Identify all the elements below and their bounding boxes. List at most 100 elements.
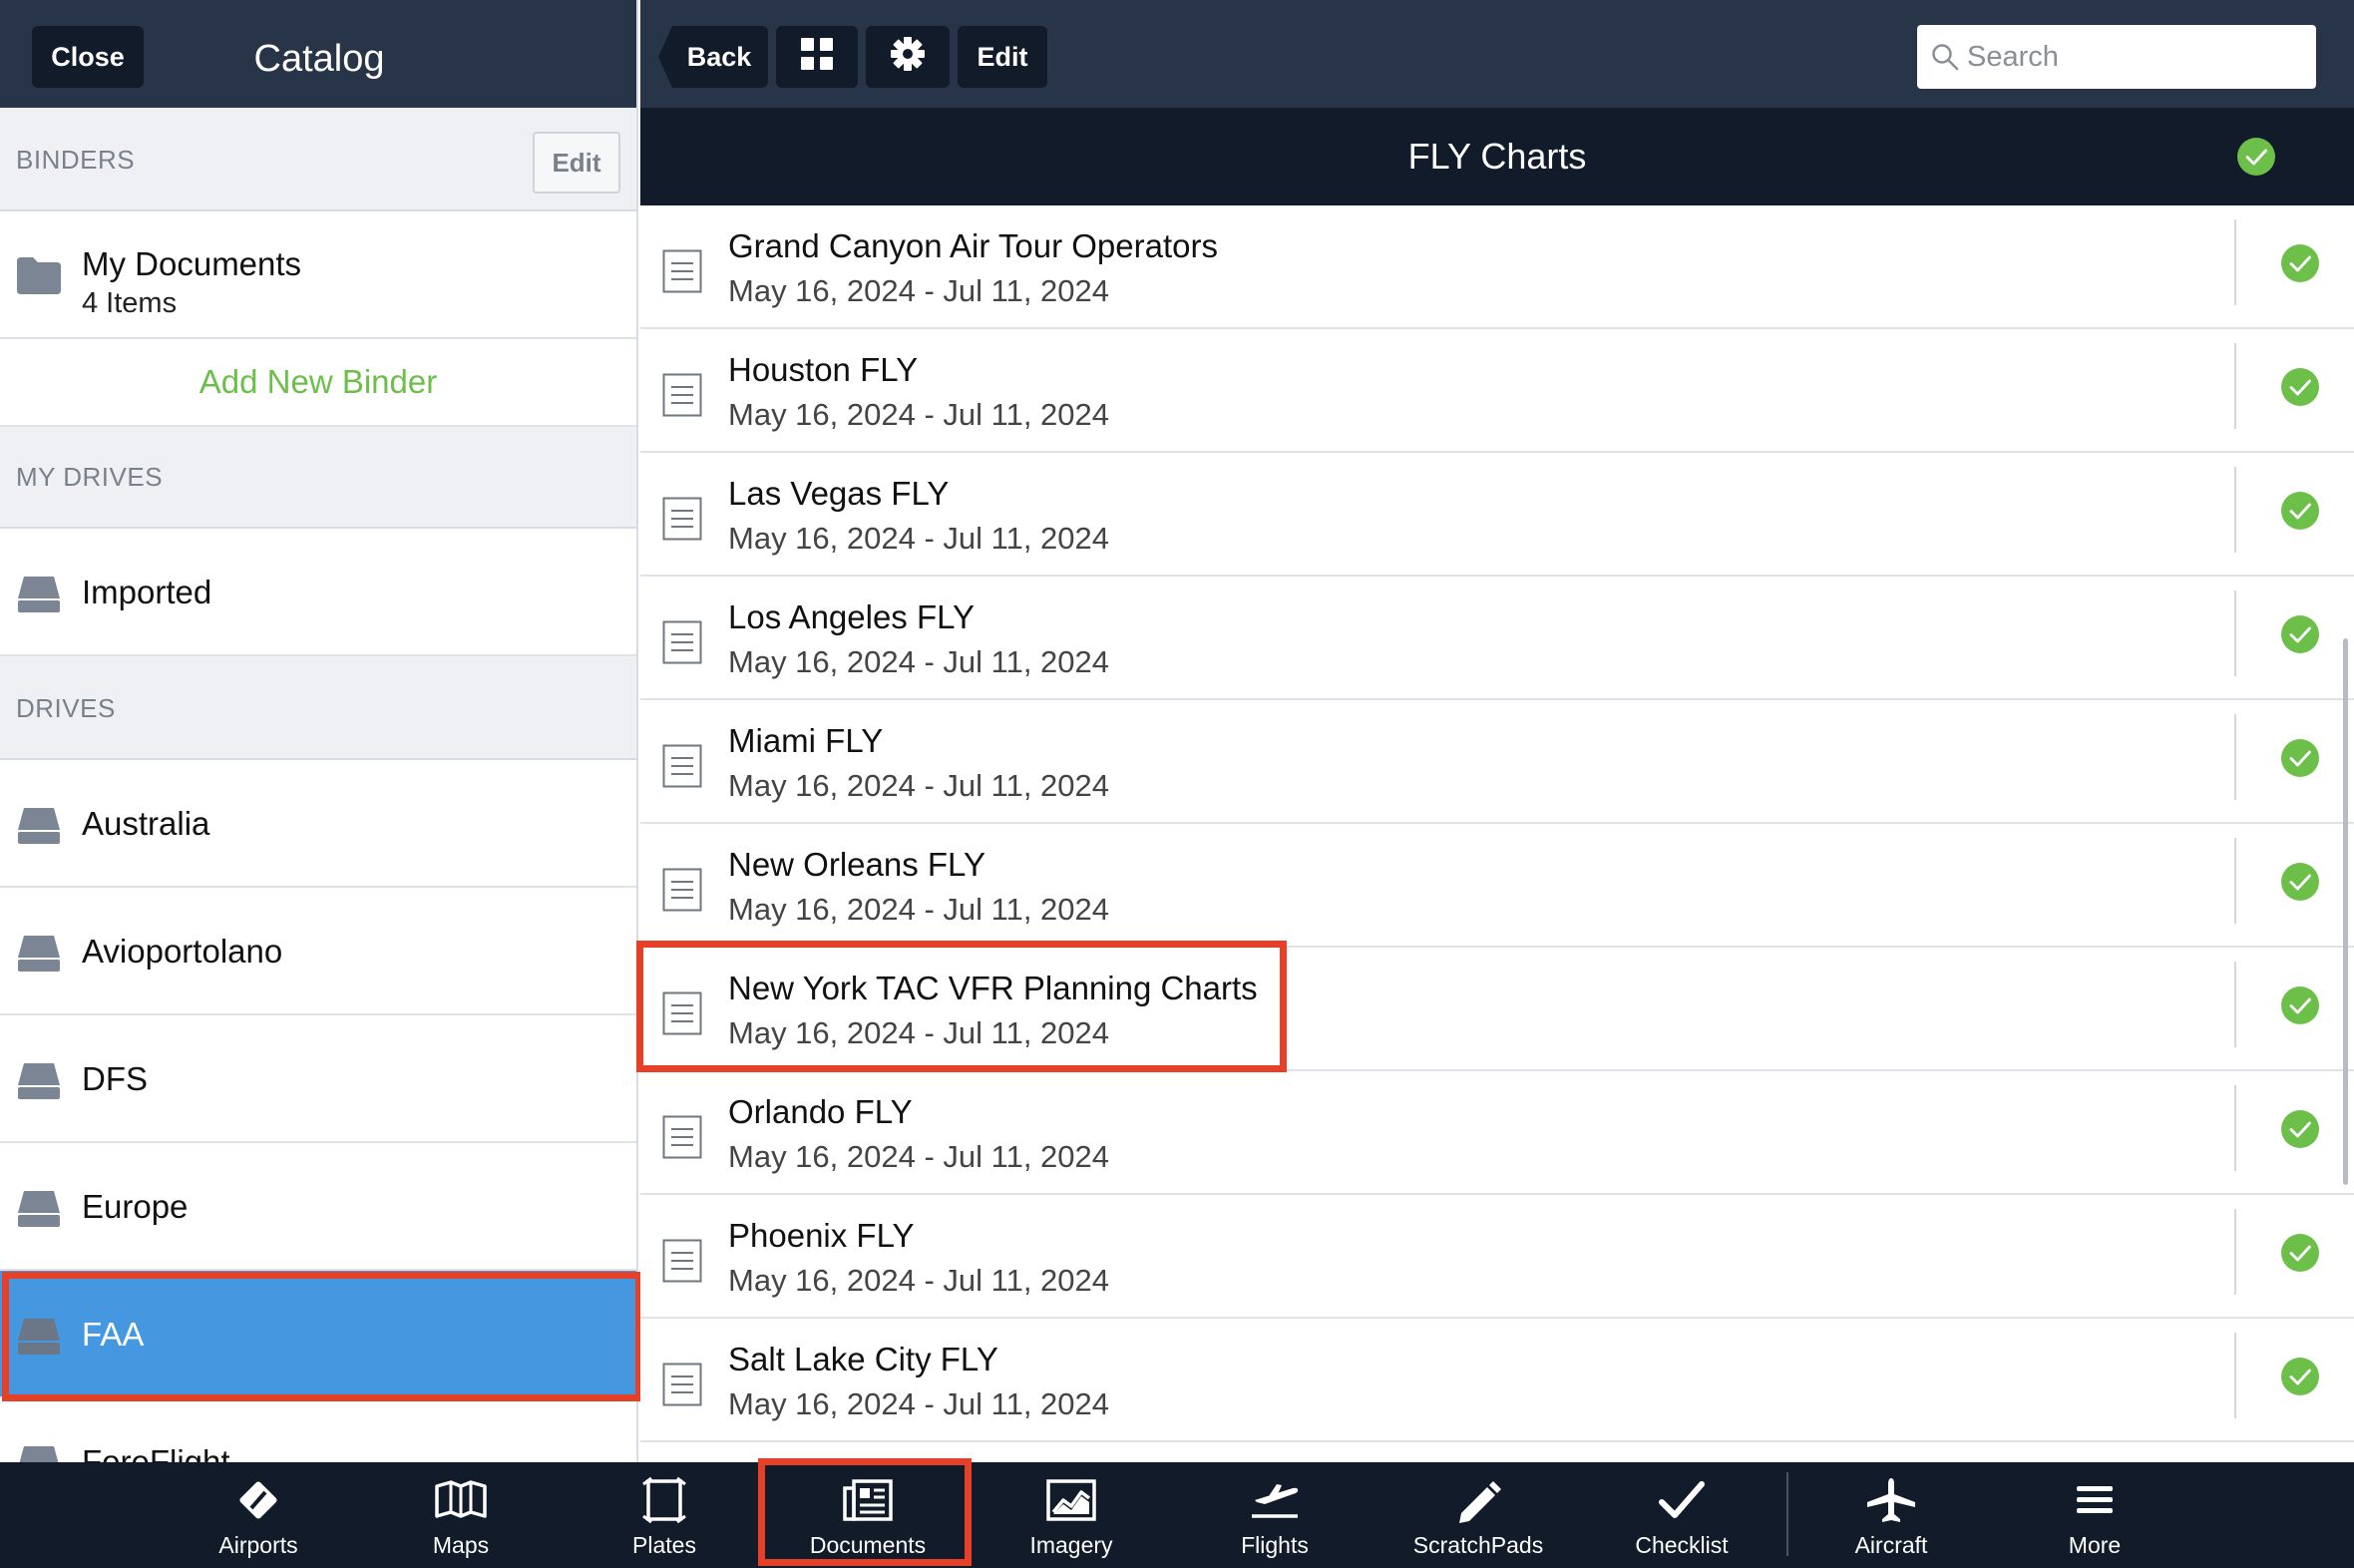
document-list: Grand Canyon Air Tour Operators May 16, … [640, 205, 2354, 1462]
tab-maps[interactable]: Maps [361, 1462, 561, 1568]
document-row[interactable]: Las Vegas FLY May 16, 2024 - Jul 11, 202… [640, 453, 2354, 577]
grid-view-button[interactable] [776, 26, 858, 88]
binders-edit-button[interactable]: Edit [533, 132, 620, 194]
close-button[interactable]: Close [32, 26, 144, 88]
drive-item-avioportolano[interactable]: Avioportolano [0, 888, 636, 1015]
drive-icon [16, 806, 62, 851]
check-circle-icon[interactable] [2236, 137, 2276, 186]
folder-header: FLY Charts [640, 108, 2354, 205]
tab-label: Maps [432, 1532, 490, 1558]
document-icon [662, 991, 702, 1040]
check-circle-icon[interactable] [2280, 367, 2320, 412]
document-dates: May 16, 2024 - Jul 11, 2024 [728, 1263, 1110, 1298]
search-input[interactable] [1967, 40, 2286, 74]
document-title: Houston FLY [728, 351, 919, 388]
row-divider [2234, 1209, 2236, 1295]
airports-icon [235, 1472, 281, 1528]
tab-divider [1786, 1472, 1788, 1556]
document-icon [662, 373, 702, 422]
document-row[interactable]: Phoenix FLY May 16, 2024 - Jul 11, 2024 [640, 1195, 2354, 1319]
document-dates: May 16, 2024 - Jul 11, 2024 [728, 397, 1110, 432]
binder-title: My Documents [82, 245, 302, 282]
tab-aircraft[interactable]: Aircraft [1791, 1462, 1991, 1568]
tab-scratchpads[interactable]: ScratchPads [1378, 1462, 1578, 1568]
check-circle-icon[interactable] [2280, 614, 2320, 659]
drive-icon [16, 934, 62, 979]
drive-item-australia[interactable]: Australia [0, 760, 636, 888]
check-circle-icon[interactable] [2280, 985, 2320, 1030]
document-list-scrollbar[interactable] [2343, 638, 2348, 1185]
search-icon [1931, 43, 1959, 71]
document-icon [662, 1115, 702, 1164]
binder-item-my-documents[interactable]: My Documents 4 Items [0, 211, 636, 339]
document-row[interactable]: Orlando FLY May 16, 2024 - Jul 11, 2024 [640, 1071, 2354, 1195]
document-icon [662, 620, 702, 669]
catalog-header: Close Catalog [0, 0, 636, 108]
tab-flights[interactable]: Flights [1175, 1462, 1374, 1568]
tab-more[interactable]: More [1995, 1462, 2194, 1568]
document-title: Orlando FLY [728, 1093, 913, 1130]
check-circle-icon[interactable] [2280, 738, 2320, 783]
drive-icon [16, 1317, 62, 1362]
document-row[interactable]: Grand Canyon Air Tour Operators May 16, … [640, 205, 2354, 329]
row-divider [2234, 1333, 2236, 1418]
search-box[interactable] [1917, 25, 2316, 89]
document-icon [662, 249, 702, 298]
tab-airports[interactable]: Airports [159, 1462, 358, 1568]
document-dates: May 16, 2024 - Jul 11, 2024 [728, 1015, 1110, 1050]
document-icon [662, 497, 702, 546]
document-title: Salt Lake City FLY [728, 1341, 998, 1377]
tab-checklist[interactable]: Checklist [1582, 1462, 1781, 1568]
row-divider [2234, 714, 2236, 800]
catalog-title: Catalog [253, 37, 385, 80]
document-row[interactable]: Salt Lake City FLY May 16, 2024 - Jul 11… [640, 1319, 2354, 1442]
document-row[interactable]: Houston FLY May 16, 2024 - Jul 11, 2024 [640, 329, 2354, 453]
drive-item-faa[interactable]: FAA [0, 1271, 636, 1398]
document-row[interactable]: New York TAC VFR Planning Charts May 16,… [640, 948, 2354, 1071]
document-dates: May 16, 2024 - Jul 11, 2024 [728, 1139, 1110, 1174]
plates-icon [641, 1472, 687, 1528]
folder-icon [16, 255, 62, 300]
drive-title: Avioportolano [82, 933, 283, 970]
my-drives-header-label: MY DRIVES [16, 462, 164, 492]
document-row[interactable]: Los Angeles FLY May 16, 2024 - Jul 11, 2… [640, 577, 2354, 700]
document-title: Phoenix FLY [728, 1217, 915, 1254]
drives-section-header: DRIVES [0, 656, 636, 760]
check-circle-icon[interactable] [2280, 1233, 2320, 1278]
tab-imagery[interactable]: Imagery [972, 1462, 1171, 1568]
document-row[interactable]: New Orleans FLY May 16, 2024 - Jul 11, 2… [640, 824, 2354, 948]
tab-label: More [2068, 1532, 2122, 1558]
flights-icon [1249, 1472, 1301, 1528]
add-new-binder-button[interactable]: Add New Binder [0, 339, 636, 427]
drive-item-imported[interactable]: Imported [0, 529, 636, 656]
document-icon [662, 868, 702, 917]
back-button[interactable]: Back [658, 26, 768, 88]
tab-label: Imagery [1029, 1532, 1113, 1558]
document-icon [662, 1239, 702, 1288]
check-circle-icon[interactable] [2280, 862, 2320, 907]
folder-title: FLY Charts [1407, 136, 1587, 177]
tab-plates[interactable]: Plates [565, 1462, 764, 1568]
check-circle-icon[interactable] [2280, 1357, 2320, 1401]
settings-button[interactable] [866, 26, 950, 88]
edit-button[interactable]: Edit [958, 26, 1047, 88]
check-circle-icon[interactable] [2280, 491, 2320, 536]
document-title: New York TAC VFR Planning Charts [728, 970, 1258, 1006]
drive-item-dfs[interactable]: DFS [0, 1015, 636, 1143]
document-dates: May 16, 2024 - Jul 11, 2024 [728, 273, 1110, 308]
tab-documents[interactable]: Documents [768, 1462, 968, 1568]
binders-header-label: BINDERS [16, 145, 136, 175]
document-dates: May 16, 2024 - Jul 11, 2024 [728, 1386, 1110, 1421]
drive-title: DFS [82, 1060, 148, 1097]
drive-item-europe[interactable]: Europe [0, 1143, 636, 1271]
binder-item-count: 4 Items [82, 287, 178, 319]
document-title: Miami FLY [728, 722, 884, 759]
drive-item-foreflight[interactable]: ForeFlight [0, 1398, 636, 1462]
drive-icon [16, 1061, 62, 1106]
bottom-tab-bar: Airports Maps Plates Documents Imagery F… [0, 1462, 2354, 1568]
tab-label: Flights [1241, 1532, 1309, 1558]
document-dates: May 16, 2024 - Jul 11, 2024 [728, 644, 1110, 679]
check-circle-icon[interactable] [2280, 1109, 2320, 1154]
document-row[interactable]: Miami FLY May 16, 2024 - Jul 11, 2024 [640, 700, 2354, 824]
check-circle-icon[interactable] [2280, 243, 2320, 288]
